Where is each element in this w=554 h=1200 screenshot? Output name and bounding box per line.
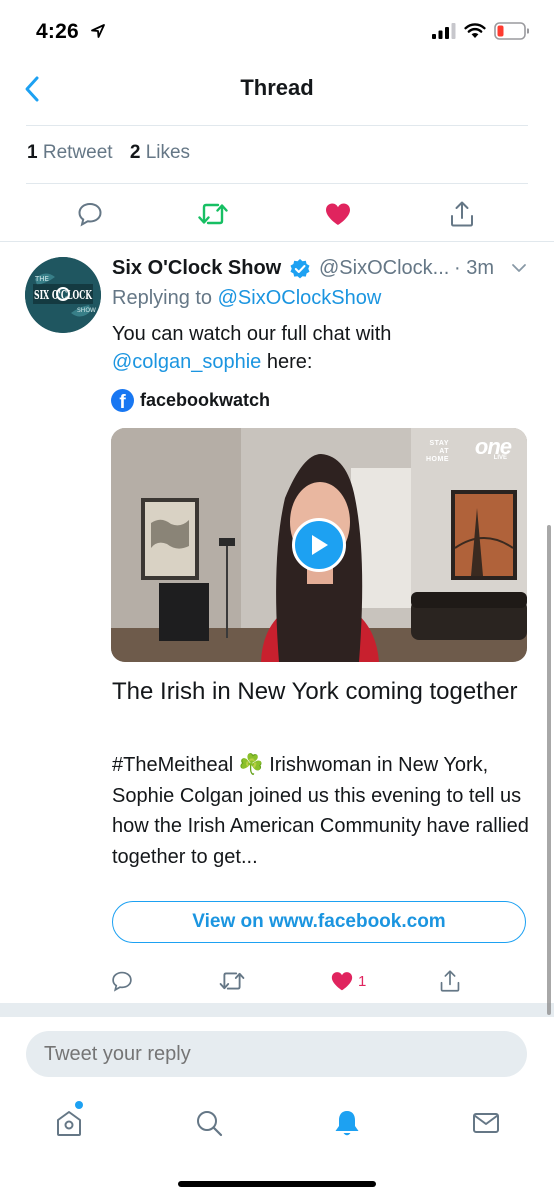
share-icon	[451, 201, 473, 227]
likes-count-link[interactable]: 2 Likes	[130, 142, 190, 163]
reply-icon	[112, 971, 132, 992]
scrollbar[interactable]	[547, 525, 551, 1015]
share-button[interactable]	[444, 196, 480, 232]
card-description: #TheMeitheal ☘️ Irishwoman in New York, …	[112, 754, 529, 868]
tab-search[interactable]	[189, 1103, 229, 1143]
retweet-icon	[198, 203, 228, 225]
divider	[26, 125, 528, 126]
battery-low-icon	[494, 22, 529, 40]
play-icon	[312, 535, 328, 555]
status-time: 4:26	[36, 20, 79, 43]
main-tweet-actions	[0, 196, 554, 232]
tweet-text-before: You can watch our full chat with	[112, 323, 392, 345]
card-title[interactable]: The Irish in New York coming together	[112, 676, 522, 707]
navigation-bar: Thread	[0, 66, 554, 112]
tweet-header: Six O'Clock Show @SixOClock... · 3m	[112, 255, 532, 283]
likes-count: 2	[129, 142, 141, 163]
home-indicator[interactable]	[178, 1181, 376, 1187]
section-divider	[0, 1003, 554, 1017]
status-bar: 4:26	[0, 0, 554, 66]
status-indicators	[432, 22, 530, 40]
retweet-label: Retweet	[42, 142, 113, 163]
home-icon	[57, 1111, 81, 1136]
video-source[interactable]: f facebookwatch	[111, 388, 270, 412]
like-button[interactable]: 1	[330, 967, 366, 995]
heart-filled-icon	[331, 972, 353, 991]
heart-filled-icon	[326, 203, 350, 225]
tweet-text: You can watch our full chat with @colgan…	[112, 320, 532, 376]
replying-prefix: Replying to	[112, 287, 213, 309]
tab-notifications[interactable]	[327, 1103, 367, 1143]
avatar[interactable]: THE SIX O'CLOCK SHOW	[25, 257, 101, 333]
source-label: facebookwatch	[140, 389, 271, 410]
tab-home[interactable]	[49, 1103, 89, 1143]
six-oclock-show-logo: THE SIX O'CLOCK SHOW	[25, 257, 101, 333]
mention-link[interactable]: @colgan_sophie	[112, 351, 261, 373]
tweet-actions: 1	[0, 967, 554, 995]
play-button[interactable]	[292, 518, 346, 572]
search-icon	[197, 1111, 223, 1137]
reply-composer	[0, 1017, 554, 1089]
share-icon	[440, 970, 460, 992]
svg-text:SIX O'CLOCK: SIX O'CLOCK	[34, 288, 92, 302]
tweet-text-after: here:	[261, 351, 313, 373]
wifi-icon	[464, 23, 486, 38]
tweet-timestamp: · 3m	[454, 257, 494, 279]
divider	[0, 241, 554, 242]
divider	[26, 183, 528, 184]
chevron-down-icon[interactable]	[510, 261, 528, 275]
location-arrow-icon	[91, 24, 105, 38]
page-title: Thread	[240, 75, 314, 100]
retweet-button[interactable]	[219, 967, 245, 995]
retweet-count: 1	[27, 142, 38, 163]
reply-button[interactable]	[111, 967, 133, 995]
notifications-bell-icon	[335, 1111, 359, 1136]
video-player[interactable]: STAY AT HOME one LIVE	[111, 428, 527, 662]
share-button[interactable]	[439, 967, 461, 995]
replying-to-link[interactable]: @SixOClockShow	[218, 287, 382, 309]
likes-label: Likes	[145, 142, 191, 163]
replying-to: Replying to @SixOClockShow	[112, 287, 381, 310]
cellular-signal-icon	[432, 23, 456, 39]
retweet-count-link[interactable]: 1 Retweet	[27, 142, 113, 163]
author-handle[interactable]: @SixOClock...	[319, 257, 449, 280]
tweet-reply-input[interactable]	[26, 1031, 527, 1077]
messages-envelope-icon	[473, 1113, 499, 1133]
view-on-facebook-button[interactable]: View on www.facebook.com	[112, 901, 526, 943]
retweet-icon	[219, 972, 245, 990]
new-content-indicator	[75, 1101, 83, 1109]
facebook-icon: f	[111, 388, 134, 412]
like-button[interactable]	[320, 196, 356, 232]
author-name[interactable]: Six O'Clock Show	[112, 257, 281, 280]
verified-badge-icon	[290, 259, 310, 279]
engagement-counts: 1 Retweet 2 Likes	[27, 142, 190, 164]
like-count: 1	[358, 972, 367, 990]
retweet-button[interactable]	[195, 196, 231, 232]
reply-icon	[78, 202, 102, 227]
svg-text:THE: THE	[34, 275, 49, 283]
reply-button[interactable]	[72, 196, 108, 232]
tab-messages[interactable]	[466, 1103, 506, 1143]
svg-text:SHOW: SHOW	[77, 307, 96, 314]
